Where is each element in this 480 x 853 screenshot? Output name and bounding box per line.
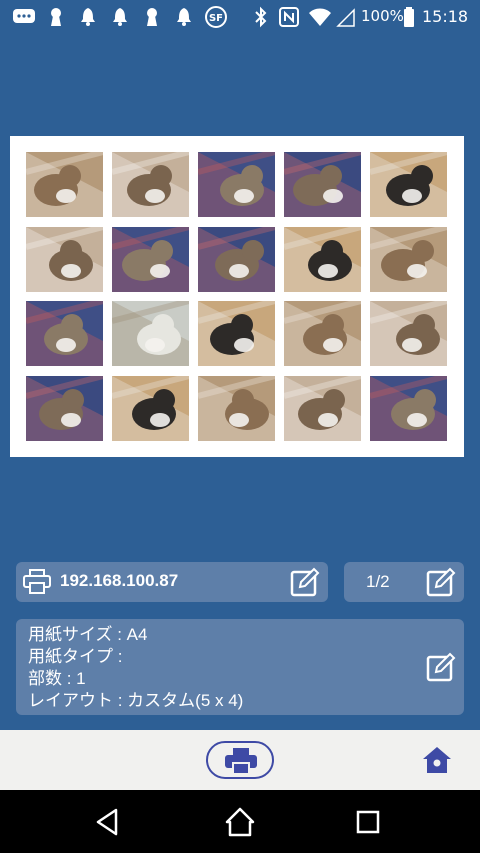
bottom-action-bar bbox=[0, 730, 480, 790]
printer-icon bbox=[225, 748, 257, 775]
cat-photo bbox=[370, 227, 447, 292]
keyhole-icon bbox=[147, 8, 157, 26]
bluetooth-icon bbox=[255, 6, 267, 28]
home-icon[interactable] bbox=[421, 744, 453, 776]
layout-label: レイアウト : カスタム(5 x 4) bbox=[28, 691, 244, 710]
cat-photo bbox=[26, 152, 103, 217]
recents-icon[interactable] bbox=[352, 806, 384, 838]
cat-photo bbox=[112, 227, 189, 292]
page-selector[interactable]: 1/2 bbox=[344, 562, 464, 602]
paper-type-label: 用紙タイプ : bbox=[28, 647, 123, 666]
system-navigation-bar bbox=[0, 790, 480, 853]
cat-photo bbox=[198, 301, 275, 366]
sf-app-icon: SF bbox=[205, 6, 227, 28]
nfc-icon bbox=[279, 7, 299, 27]
cat-photo bbox=[284, 227, 361, 292]
svg-text:SF: SF bbox=[209, 13, 223, 24]
cat-photo bbox=[112, 376, 189, 441]
cat-photo bbox=[198, 152, 275, 217]
home-nav-icon[interactable] bbox=[224, 806, 256, 838]
cat-photo bbox=[198, 376, 275, 441]
status-bar: SF 100% 15:18 bbox=[0, 0, 480, 34]
paper-size-label: 用紙サイズ : A4 bbox=[28, 625, 148, 644]
keyhole-icon bbox=[51, 8, 61, 26]
print-settings[interactable]: 用紙サイズ : A4 用紙タイプ : 部数 : 1 レイアウト : カスタム(5… bbox=[16, 619, 464, 715]
cat-photo bbox=[370, 376, 447, 441]
copies-label: 部数 : 1 bbox=[28, 669, 86, 688]
cat-photo bbox=[26, 227, 103, 292]
cat-photo bbox=[26, 301, 103, 366]
cat-photo bbox=[370, 301, 447, 366]
cat-photo bbox=[284, 301, 361, 366]
edit-icon[interactable] bbox=[290, 567, 320, 597]
clock: 15:18 bbox=[422, 7, 469, 26]
signal-icon bbox=[336, 8, 355, 27]
room-photo bbox=[112, 301, 189, 366]
back-icon[interactable] bbox=[92, 806, 124, 838]
printer-selector[interactable]: 192.168.100.87 bbox=[16, 562, 328, 602]
cat-photo bbox=[26, 376, 103, 441]
wifi-icon bbox=[309, 8, 331, 26]
bell-icon bbox=[81, 8, 95, 26]
bell-icon bbox=[113, 8, 127, 26]
printer-icon bbox=[23, 569, 51, 594]
message-icon bbox=[13, 9, 35, 23]
edit-icon[interactable] bbox=[426, 652, 456, 682]
print-button[interactable] bbox=[206, 741, 274, 779]
cat-photo bbox=[198, 227, 275, 292]
cat-photo bbox=[370, 152, 447, 217]
print-preview[interactable] bbox=[10, 136, 464, 457]
battery-icon bbox=[404, 7, 414, 27]
page-indicator: 1/2 bbox=[366, 572, 390, 591]
edit-icon[interactable] bbox=[426, 567, 456, 597]
cat-photo bbox=[284, 152, 361, 217]
printer-address: 192.168.100.87 bbox=[60, 571, 179, 590]
cat-photo bbox=[284, 376, 361, 441]
cat-photo bbox=[112, 152, 189, 217]
battery-percentage: 100% bbox=[361, 7, 404, 25]
bell-icon bbox=[177, 8, 191, 26]
